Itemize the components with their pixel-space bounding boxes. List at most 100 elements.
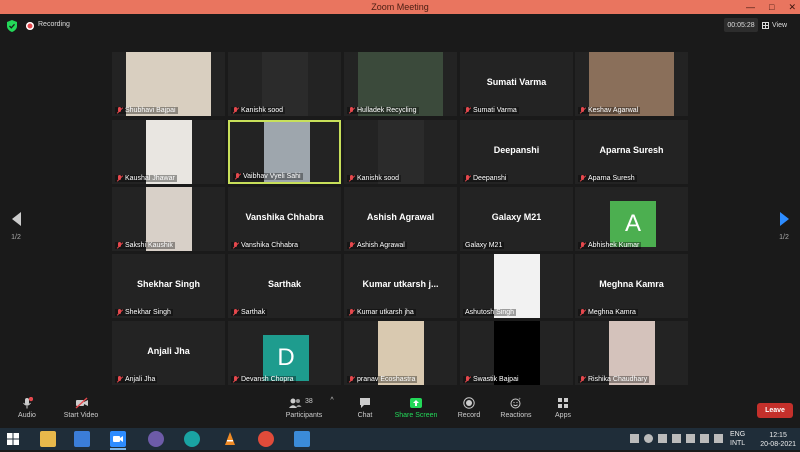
participant-tile[interactable]: Sarthak Sarthak bbox=[228, 254, 341, 318]
svg-text:+: + bbox=[519, 397, 522, 402]
participant-tile[interactable]: Swastik Bajpai bbox=[460, 321, 573, 385]
edge-browser-icon[interactable] bbox=[184, 431, 200, 447]
volume-icon[interactable] bbox=[714, 434, 723, 443]
tray-icon[interactable] bbox=[630, 434, 639, 443]
participant-tile[interactable]: Sumati Varma Sumati Varma bbox=[460, 52, 573, 116]
participant-name: Hulladek Recycling bbox=[357, 107, 417, 114]
participant-display-name: Meghna Kamra bbox=[599, 279, 664, 289]
tray-icon[interactable] bbox=[672, 434, 681, 443]
maximize-icon[interactable]: □ bbox=[769, 2, 774, 12]
participant-name: Aparna Suresh bbox=[588, 175, 635, 182]
participants-options-caret[interactable]: ^ bbox=[328, 397, 336, 404]
share-screen-icon bbox=[410, 397, 422, 409]
participant-tile[interactable]: D Devansh Chopra bbox=[228, 321, 341, 385]
chrome-browser-icon[interactable] bbox=[258, 431, 274, 447]
participant-tile[interactable]: Kumar utkarsh j... Kumar utkarsh jha bbox=[344, 254, 457, 318]
meeting-timer: 00:05:28 bbox=[724, 18, 758, 32]
participant-name: Vanshika Chhabra bbox=[241, 242, 299, 249]
participant-tile[interactable]: Sakshi Kaushik bbox=[112, 187, 225, 251]
microphone-muted-icon bbox=[580, 107, 586, 114]
participant-tile[interactable]: Galaxy M21 Galaxy M21 bbox=[460, 187, 573, 251]
participant-tile[interactable]: Deepanshi Deepanshi bbox=[460, 120, 573, 184]
language-indicator[interactable]: ENG INTL bbox=[730, 430, 745, 448]
window-title: Zoom Meeting bbox=[371, 2, 429, 12]
reactions-button[interactable]: + Reactions bbox=[498, 397, 534, 420]
participants-count: 38 bbox=[305, 398, 313, 405]
windows-start-icon[interactable] bbox=[5, 431, 21, 447]
participant-name-tag: Sumati Varma bbox=[463, 107, 519, 114]
apps-button[interactable]: Apps bbox=[552, 397, 574, 419]
vlc-player-icon[interactable] bbox=[222, 431, 238, 447]
close-icon[interactable]: ✕ bbox=[788, 2, 796, 13]
participant-avatar: A bbox=[610, 201, 656, 247]
audio-label: Audio bbox=[18, 412, 36, 419]
participant-tile[interactable]: Hulladek Recycling bbox=[344, 52, 457, 116]
participant-tile[interactable]: Keshav Agarwal bbox=[575, 52, 688, 116]
clock-time: 12:15 bbox=[769, 432, 787, 439]
participant-tile[interactable]: Vaibhav Vyeli Sahi bbox=[228, 120, 341, 184]
participant-tile[interactable]: Vanshika Chhabra Vanshika Chhabra bbox=[228, 187, 341, 251]
microphone-muted-icon bbox=[233, 376, 239, 383]
microphone-muted-icon bbox=[580, 175, 586, 182]
microphone-muted-icon bbox=[349, 376, 355, 383]
zoom-app-icon[interactable] bbox=[110, 431, 126, 450]
participant-name: Kumar utkarsh jha bbox=[357, 309, 414, 316]
participant-display-name: Galaxy M21 bbox=[491, 212, 542, 222]
meeting-top-bar: Recording 00:05:28 View bbox=[0, 14, 800, 38]
browser-app-icon[interactable] bbox=[148, 431, 164, 447]
participant-name-tag: Shubhavi Bajpai bbox=[115, 107, 178, 114]
participant-tile[interactable]: Aparna Suresh Aparna Suresh bbox=[575, 120, 688, 184]
file-explorer-icon[interactable] bbox=[40, 431, 56, 447]
microphone-muted-icon bbox=[580, 376, 586, 383]
participant-tile[interactable]: pranav Ecoshastra bbox=[344, 321, 457, 385]
windows-security-icon[interactable] bbox=[294, 431, 310, 447]
wifi-icon[interactable] bbox=[700, 434, 709, 443]
leave-button[interactable]: Leave bbox=[757, 403, 793, 418]
participant-tile[interactable]: Shubhavi Bajpai bbox=[112, 52, 225, 116]
participant-name-tag: Aparna Suresh bbox=[578, 175, 637, 182]
share-screen-button[interactable]: Share Screen bbox=[394, 397, 438, 419]
participant-tile[interactable]: Kanishk sood bbox=[344, 120, 457, 184]
audio-button[interactable]: Audio bbox=[14, 396, 40, 419]
previous-page-button[interactable]: 1/2 bbox=[6, 212, 26, 241]
record-button[interactable]: Record bbox=[456, 397, 482, 419]
participant-name: Sakshi Kaushik bbox=[125, 242, 173, 249]
view-button[interactable]: View bbox=[762, 18, 796, 32]
participant-tile[interactable]: Rishika Chaudhary bbox=[575, 321, 688, 385]
participant-tile[interactable]: Ashish Agrawal Ashish Agrawal bbox=[344, 187, 457, 251]
battery-icon[interactable] bbox=[686, 434, 695, 443]
participant-name: Anjali Jha bbox=[125, 376, 156, 383]
smiley-plus-icon: + bbox=[510, 397, 522, 409]
control-panel-icon[interactable] bbox=[74, 431, 90, 447]
recording-label: Recording bbox=[38, 21, 70, 28]
participant-tile[interactable]: Shekhar Singh Shekhar Singh bbox=[112, 254, 225, 318]
participant-tile[interactable]: Ashutosh Singh bbox=[460, 254, 573, 318]
participant-name: Ashutosh Singh bbox=[465, 309, 515, 316]
participant-tile[interactable]: Meghna Kamra Meghna Kamra bbox=[575, 254, 688, 318]
participant-tile[interactable]: Kanishk sood bbox=[228, 52, 341, 116]
participant-tile[interactable]: Anjali Jha Anjali Jha bbox=[112, 321, 225, 385]
shield-icon[interactable] bbox=[7, 20, 17, 32]
participant-name-tag: Swastik Bajpai bbox=[463, 376, 521, 383]
tray-icon[interactable] bbox=[644, 434, 653, 443]
reactions-label: Reactions bbox=[500, 412, 532, 419]
participant-tile[interactable]: A Abhishek Kumar bbox=[575, 187, 688, 251]
next-page-button[interactable]: 1/2 bbox=[774, 212, 794, 241]
microphone-muted-icon bbox=[580, 309, 586, 316]
chat-button[interactable]: Chat bbox=[354, 397, 376, 419]
participant-name-tag: Anjali Jha bbox=[115, 376, 158, 383]
clock[interactable]: 12:15 20-08-2021 bbox=[760, 431, 796, 449]
participant-display-name: Deepanshi bbox=[493, 145, 540, 155]
minimize-icon[interactable]: — bbox=[746, 2, 755, 12]
participants-button[interactable]: 38 Participants bbox=[282, 397, 326, 419]
start-video-button[interactable]: Start Video bbox=[60, 397, 102, 419]
participant-name-tag: Meghna Kamra bbox=[578, 309, 638, 316]
start-video-label: Start Video bbox=[63, 412, 99, 419]
clock-date: 20-08-2021 bbox=[760, 441, 796, 448]
participant-name: Rishika Chaudhary bbox=[588, 376, 648, 383]
participants-label: Participants bbox=[285, 412, 323, 419]
tray-icon[interactable] bbox=[658, 434, 667, 443]
participant-tile[interactable]: Kaushal Jhawar bbox=[112, 120, 225, 184]
language-layout: INTL bbox=[730, 440, 746, 447]
participant-display-name: Shekhar Singh bbox=[136, 279, 200, 289]
